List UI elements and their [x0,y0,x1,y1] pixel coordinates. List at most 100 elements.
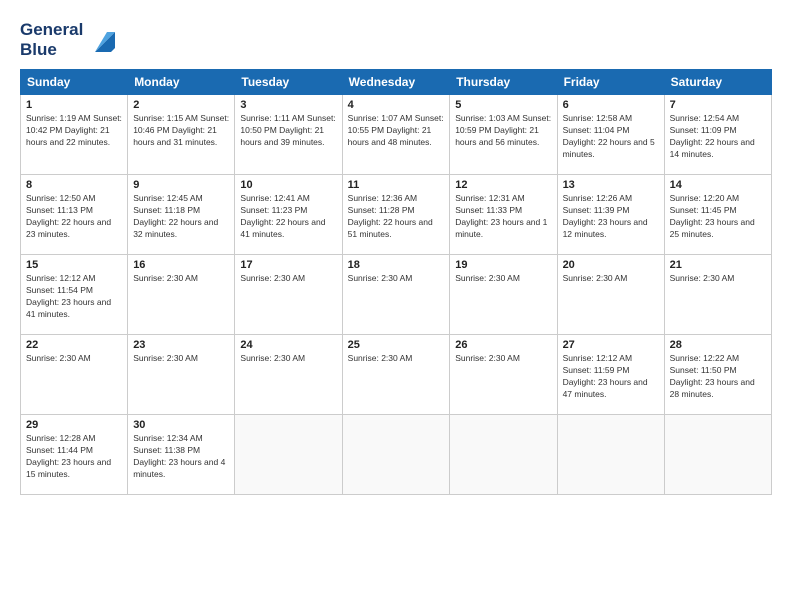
weekday-header-saturday: Saturday [664,70,771,95]
day-number: 18 [348,259,445,271]
calendar-cell [235,415,342,495]
calendar-cell: 7 Sunrise: 12:54 AM Sunset: 11:09 PM Dayl… [664,95,771,175]
day-info: Sunrise: 1:11 AM Sunset: 10:50 PM Daylig… [240,113,336,149]
day-info: Sunrise: 12:54 AM Sunset: 11:09 PM Dayli… [670,113,766,161]
weekday-header-wednesday: Wednesday [342,70,450,95]
day-number: 29 [26,419,122,431]
day-number: 16 [133,259,229,271]
day-number: 8 [26,179,122,191]
calendar-week-3: 15 Sunrise: 12:12 AM Sunset: 11:54 PM Day… [21,255,772,335]
calendar-cell: 13 Sunrise: 12:26 AM Sunset: 11:39 PM Day… [557,175,664,255]
calendar-cell: 15 Sunrise: 12:12 AM Sunset: 11:54 PM Day… [21,255,128,335]
calendar-cell: 24 Sunrise: 2:30 AM [235,335,342,415]
day-info: Sunrise: 12:41 AM Sunset: 11:23 PM Dayli… [240,193,336,241]
calendar-cell: 8 Sunrise: 12:50 AM Sunset: 11:13 PM Dayl… [21,175,128,255]
day-number: 2 [133,99,229,111]
weekday-header-tuesday: Tuesday [235,70,342,95]
calendar-week-1: 1Sunrise: 1:19 AM Sunset: 10:42 PM Dayli… [21,95,772,175]
day-number: 26 [455,339,551,351]
day-number: 22 [26,339,122,351]
day-number: 7 [670,99,766,111]
day-number: 6 [563,99,659,111]
day-info: Sunrise: 2:30 AM [133,353,229,365]
calendar-cell: 14 Sunrise: 12:20 AM Sunset: 11:45 PM Day… [664,175,771,255]
day-info: Sunrise: 2:30 AM [26,353,122,365]
day-number: 19 [455,259,551,271]
weekday-header-sunday: Sunday [21,70,128,95]
day-info: Sunrise: 12:50 AM Sunset: 11:13 PM Dayli… [26,193,122,241]
day-info: Sunrise: 2:30 AM [348,353,445,365]
calendar-cell: 9Sunrise: 12:45 AM Sunset: 11:18 PM Dayl… [128,175,235,255]
calendar-cell: 26 Sunrise: 2:30 AM [450,335,557,415]
weekday-header-friday: Friday [557,70,664,95]
calendar-cell: 30Sunrise: 12:34 AM Sunset: 11:38 PM Day… [128,415,235,495]
day-info: Sunrise: 12:28 AM Sunset: 11:44 PM Dayli… [26,433,122,481]
day-info: Sunrise: 12:36 AM Sunset: 11:28 PM Dayli… [348,193,445,241]
weekday-header-thursday: Thursday [450,70,557,95]
day-info: Sunrise: 12:45 AM Sunset: 11:18 PM Dayli… [133,193,229,241]
calendar-cell: 4Sunrise: 1:07 AM Sunset: 10:55 PM Dayli… [342,95,450,175]
logo-icon [87,24,119,56]
day-info: Sunrise: 2:30 AM [240,273,336,285]
calendar-cell: 12 Sunrise: 12:31 AM Sunset: 11:33 PM Day… [450,175,557,255]
calendar-cell: 22 Sunrise: 2:30 AM [21,335,128,415]
day-info: Sunrise: 2:30 AM [133,273,229,285]
day-number: 13 [563,179,659,191]
day-info: Sunrise: 12:22 AM Sunset: 11:50 PM Dayli… [670,353,766,401]
day-info: Sunrise: 1:07 AM Sunset: 10:55 PM Daylig… [348,113,445,149]
day-info: Sunrise: 2:30 AM [240,353,336,365]
calendar-cell: 11 Sunrise: 12:36 AM Sunset: 11:28 PM Day… [342,175,450,255]
day-number: 3 [240,99,336,111]
calendar-cell: 27 Sunrise: 12:12 AM Sunset: 11:59 PM Day… [557,335,664,415]
calendar-cell: 10 Sunrise: 12:41 AM Sunset: 11:23 PM Day… [235,175,342,255]
day-number: 15 [26,259,122,271]
calendar-cell: 5Sunrise: 1:03 AM Sunset: 10:59 PM Dayli… [450,95,557,175]
day-number: 10 [240,179,336,191]
day-info: Sunrise: 2:30 AM [348,273,445,285]
calendar-cell: 29 Sunrise: 12:28 AM Sunset: 11:44 PM Day… [21,415,128,495]
day-number: 28 [670,339,766,351]
calendar-week-2: 8 Sunrise: 12:50 AM Sunset: 11:13 PM Dayl… [21,175,772,255]
page-header: General Blue [20,20,772,59]
day-info: Sunrise: 12:20 AM Sunset: 11:45 PM Dayli… [670,193,766,241]
day-number: 23 [133,339,229,351]
calendar-cell: 20Sunrise: 2:30 AM [557,255,664,335]
day-info: Sunrise: 12:34 AM Sunset: 11:38 PM Dayli… [133,433,229,481]
weekday-header-row: SundayMondayTuesdayWednesdayThursdayFrid… [21,70,772,95]
calendar-cell: 19Sunrise: 2:30 AM [450,255,557,335]
weekday-header-monday: Monday [128,70,235,95]
calendar-cell: 21Sunrise: 2:30 AM [664,255,771,335]
day-number: 24 [240,339,336,351]
day-info: Sunrise: 2:30 AM [455,353,551,365]
calendar-cell [664,415,771,495]
day-number: 1 [26,99,122,111]
day-info: Sunrise: 12:26 AM Sunset: 11:39 PM Dayli… [563,193,659,241]
day-number: 12 [455,179,551,191]
day-info: Sunrise: 1:15 AM Sunset: 10:46 PM Daylig… [133,113,229,149]
calendar-cell: 16 Sunrise: 2:30 AM [128,255,235,335]
day-number: 20 [563,259,659,271]
day-info: Sunrise: 12:31 AM Sunset: 11:33 PM Dayli… [455,193,551,241]
calendar-table: SundayMondayTuesdayWednesdayThursdayFrid… [20,69,772,495]
day-number: 27 [563,339,659,351]
day-number: 25 [348,339,445,351]
calendar-cell: 18 Sunrise: 2:30 AM [342,255,450,335]
day-number: 11 [348,179,445,191]
day-number: 17 [240,259,336,271]
calendar-cell [342,415,450,495]
calendar-cell: 3 Sunrise: 1:11 AM Sunset: 10:50 PM Dayli… [235,95,342,175]
day-number: 14 [670,179,766,191]
calendar-cell: 28 Sunrise: 12:22 AM Sunset: 11:50 PM Day… [664,335,771,415]
day-number: 5 [455,99,551,111]
day-number: 21 [670,259,766,271]
calendar-week-5: 29 Sunrise: 12:28 AM Sunset: 11:44 PM Day… [21,415,772,495]
calendar-cell [450,415,557,495]
calendar-cell: 2 Sunrise: 1:15 AM Sunset: 10:46 PM Dayli… [128,95,235,175]
calendar-cell [557,415,664,495]
day-info: Sunrise: 12:58 AM Sunset: 11:04 PM Dayli… [563,113,659,161]
calendar-week-4: 22 Sunrise: 2:30 AM 23 Sunrise: 2:30 AM 24 Su… [21,335,772,415]
calendar-cell: 25 Sunrise: 2:30 AM [342,335,450,415]
day-info: Sunrise: 12:12 AM Sunset: 11:59 PM Dayli… [563,353,659,401]
calendar-cell: 17 Sunrise: 2:30 AM [235,255,342,335]
day-info: Sunrise: 12:12 AM Sunset: 11:54 PM Dayli… [26,273,122,321]
